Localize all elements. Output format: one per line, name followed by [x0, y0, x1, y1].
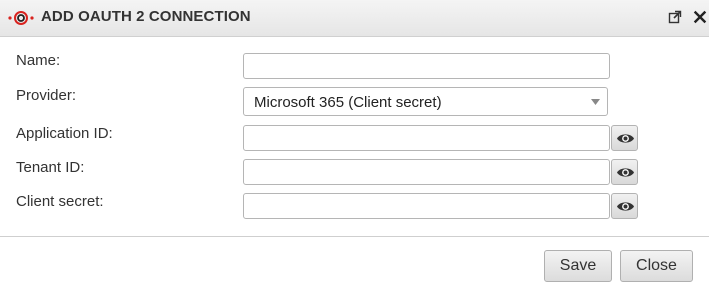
chevron-down-icon	[591, 99, 600, 105]
eye-icon	[617, 134, 634, 143]
client-secret-label: Client secret:	[16, 193, 104, 210]
name-input[interactable]	[243, 53, 610, 79]
show-client-secret-button[interactable]	[611, 193, 638, 219]
provider-selected-value: Microsoft 365 (Client secret)	[254, 94, 442, 111]
name-label: Name:	[16, 52, 61, 69]
show-application-id-button[interactable]	[611, 125, 638, 151]
oauth2-connection-dialog: ADD OAUTH 2 CONNECTION Name: Provider: M…	[0, 0, 709, 297]
securepoint-logo-icon	[8, 11, 34, 25]
provider-select[interactable]: Microsoft 365 (Client secret)	[243, 87, 608, 116]
save-button[interactable]: Save	[544, 250, 612, 282]
dialog-titlebar: ADD OAUTH 2 CONNECTION	[0, 0, 709, 37]
dialog-title: ADD OAUTH 2 CONNECTION	[41, 8, 251, 25]
popout-icon[interactable]	[668, 10, 682, 24]
client-secret-input[interactable]	[243, 193, 610, 219]
eye-icon	[617, 168, 634, 177]
provider-label: Provider:	[16, 87, 77, 104]
tenant-id-label: Tenant ID:	[16, 159, 85, 176]
application-id-input[interactable]	[243, 125, 610, 151]
tenant-id-input[interactable]	[243, 159, 610, 185]
application-id-label: Application ID:	[16, 125, 113, 142]
show-tenant-id-button[interactable]	[611, 159, 638, 185]
eye-icon	[617, 202, 634, 211]
close-button[interactable]: Close	[620, 250, 693, 282]
footer-divider	[0, 236, 709, 237]
close-icon[interactable]	[693, 10, 707, 24]
